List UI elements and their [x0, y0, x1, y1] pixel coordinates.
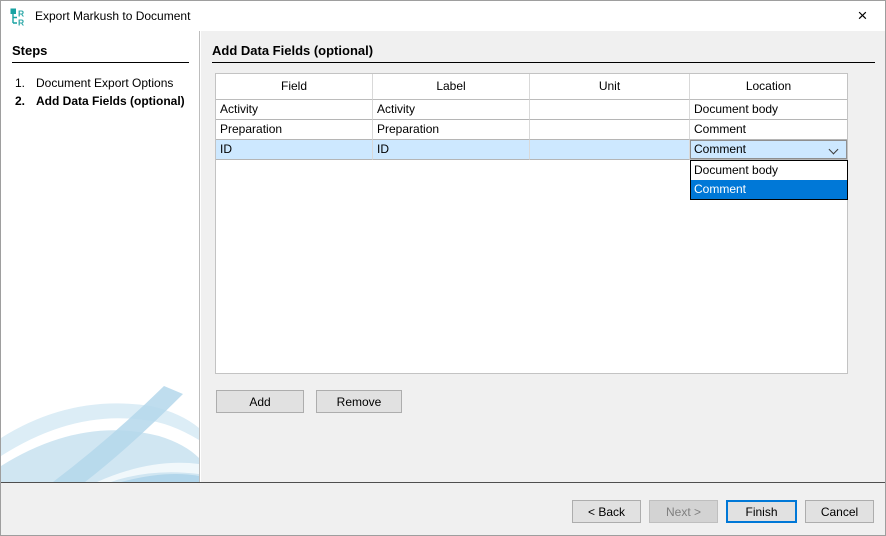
remove-button[interactable]: Remove [316, 390, 402, 413]
location-combobox[interactable]: Comment [690, 140, 847, 159]
step-label: Document Export Options [36, 76, 189, 91]
dialog-content: Steps 1. Document Export Options 2. Add … [1, 31, 885, 482]
title-bar: R R Export Markush to Document × [1, 1, 885, 31]
column-header-unit: Unit [530, 74, 690, 100]
back-button[interactable]: < Back [572, 500, 641, 523]
column-header-field: Field [216, 74, 373, 100]
cell-field[interactable]: ID [216, 140, 373, 160]
column-header-location: Location [690, 74, 847, 100]
markush-r-group-icon: R R [9, 7, 28, 26]
table-button-row: Add Remove [216, 390, 402, 413]
decorative-swoosh-graphic [1, 380, 199, 482]
combobox-value: Comment [694, 140, 746, 159]
table-header-row: Field Label Unit Location [216, 74, 847, 100]
dropdown-option-document-body[interactable]: Document body [691, 161, 847, 180]
cell-unit[interactable] [530, 140, 690, 160]
step-item-add-data-fields: 2. Add Data Fields (optional) [12, 94, 189, 109]
step-label: Add Data Fields (optional) [36, 94, 189, 109]
window-title: Export Markush to Document [35, 9, 190, 23]
column-header-label: Label [373, 74, 530, 100]
cell-label[interactable]: Activity [373, 100, 530, 120]
steps-heading: Steps [12, 43, 189, 63]
page-title: Add Data Fields (optional) [212, 43, 875, 63]
cell-field[interactable]: Preparation [216, 120, 373, 140]
close-icon[interactable]: × [840, 1, 885, 31]
location-dropdown-list: Document body Comment [690, 160, 848, 200]
finish-button[interactable]: Finish [726, 500, 797, 523]
wizard-button-bar: < Back Next > Finish Cancel [1, 482, 885, 535]
step-number: 1. [12, 76, 36, 91]
cell-unit[interactable] [530, 100, 690, 120]
main-panel: Add Data Fields (optional) Field Label U… [201, 31, 885, 482]
cell-location[interactable]: Comment [690, 120, 847, 140]
step-number: 2. [12, 94, 36, 109]
cancel-button[interactable]: Cancel [805, 500, 874, 523]
steps-sidebar: Steps 1. Document Export Options 2. Add … [1, 31, 200, 482]
svg-text:R: R [18, 17, 24, 26]
table-row[interactable]: Activity Activity Document body [216, 100, 847, 120]
location-combobox-cell[interactable]: Comment [690, 140, 847, 160]
cell-location[interactable]: Document body [690, 100, 847, 120]
export-markush-dialog: R R Export Markush to Document × Steps 1… [0, 0, 886, 536]
chevron-down-icon [829, 145, 839, 155]
cell-label[interactable]: ID [373, 140, 530, 160]
step-item-document-export-options: 1. Document Export Options [12, 76, 189, 91]
table-row-selected[interactable]: ID ID Comment [216, 140, 847, 160]
next-button: Next > [649, 500, 718, 523]
cell-field[interactable]: Activity [216, 100, 373, 120]
table-row[interactable]: Preparation Preparation Comment [216, 120, 847, 140]
add-button[interactable]: Add [216, 390, 304, 413]
data-fields-table: Field Label Unit Location Activity Activ… [215, 73, 848, 374]
dropdown-option-comment[interactable]: Comment [691, 180, 847, 199]
cell-unit[interactable] [530, 120, 690, 140]
cell-label[interactable]: Preparation [373, 120, 530, 140]
